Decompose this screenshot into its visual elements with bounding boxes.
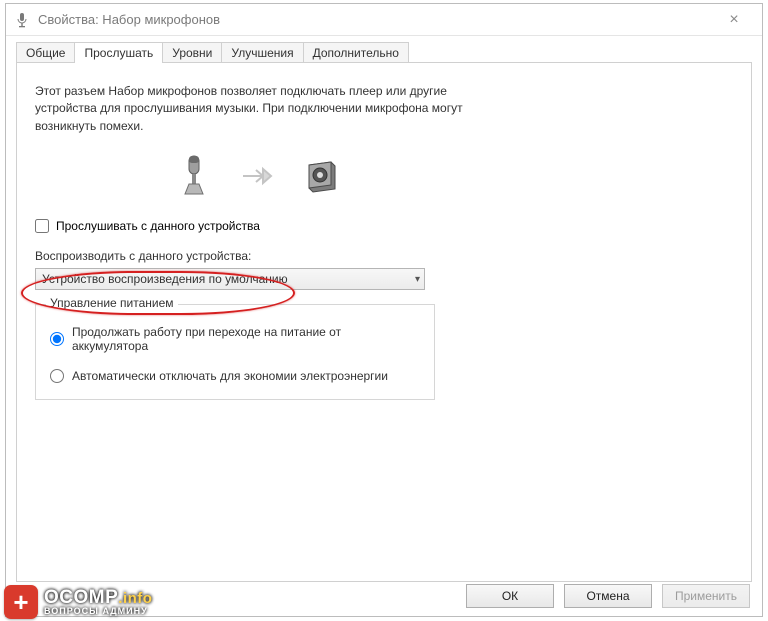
listen-checkbox-label: Прослушивать с данного устройства: [56, 219, 260, 233]
titlebar: Свойства: Набор микрофонов ×: [6, 4, 762, 36]
cancel-button[interactable]: Отмена: [564, 584, 652, 608]
window-title: Свойства: Набор микрофонов: [38, 12, 714, 27]
tab-general[interactable]: Общие: [16, 42, 75, 63]
close-button[interactable]: ×: [714, 11, 754, 29]
radio-continue-label: Продолжать работу при переходе на питани…: [72, 325, 420, 353]
tab-enhancements[interactable]: Улучшения: [221, 42, 303, 63]
dialog-button-bar: ОК Отмена Применить: [466, 584, 750, 608]
watermark-text: OCOMP.info ВОПРОСЫ АДМИНУ: [44, 589, 152, 616]
tab-panel: Этот разъем Набор микрофонов позволяет п…: [16, 62, 752, 582]
tab-levels[interactable]: Уровни: [162, 42, 222, 63]
device-illustration: [35, 153, 733, 199]
tab-listen[interactable]: Прослушать: [74, 42, 163, 63]
radio-auto-off-label: Автоматически отключать для экономии эле…: [72, 369, 388, 383]
plus-icon: +: [4, 585, 38, 619]
playback-device-selected: Устройство воспроизведения по умолчанию: [42, 272, 288, 286]
watermark-badge: + OCOMP.info ВОПРОСЫ АДМИНУ: [4, 585, 152, 619]
watermark-suffix: .info: [118, 590, 152, 607]
power-management-group: Управление питанием Продолжать работу пр…: [35, 304, 435, 400]
apply-button[interactable]: Применить: [662, 584, 750, 608]
properties-dialog: Свойства: Набор микрофонов × Общие Просл…: [5, 3, 763, 617]
arrow-icon: [241, 166, 275, 186]
playback-device-combo[interactable]: Устройство воспроизведения по умолчанию …: [35, 268, 425, 290]
chevron-down-icon: ▾: [415, 274, 420, 285]
watermark-subtitle: ВОПРОСЫ АДМИНУ: [44, 607, 152, 616]
microphone-device-icon: [175, 153, 213, 199]
speaker-device-icon: [303, 153, 341, 199]
watermark-brand: OCOMP: [44, 587, 118, 608]
ok-button[interactable]: ОК: [466, 584, 554, 608]
tab-advanced[interactable]: Дополнительно: [303, 42, 409, 63]
playback-through-label: Воспроизводить с данного устройства:: [35, 249, 733, 263]
radio-continue-input[interactable]: [50, 332, 64, 346]
listen-checkbox[interactable]: [35, 219, 49, 233]
tab-strip: Общие Прослушать Уровни Улучшения Дополн…: [6, 36, 762, 63]
radio-continue-on-battery[interactable]: Продолжать работу при переходе на питани…: [50, 325, 420, 353]
description-text: Этот разъем Набор микрофонов позволяет п…: [35, 83, 475, 135]
radio-auto-off[interactable]: Автоматически отключать для экономии эле…: [50, 369, 420, 383]
listen-checkbox-row[interactable]: Прослушивать с данного устройства: [35, 219, 733, 233]
radio-auto-off-input[interactable]: [50, 369, 64, 383]
power-group-legend: Управление питанием: [46, 296, 178, 310]
microphone-icon: [14, 12, 30, 28]
